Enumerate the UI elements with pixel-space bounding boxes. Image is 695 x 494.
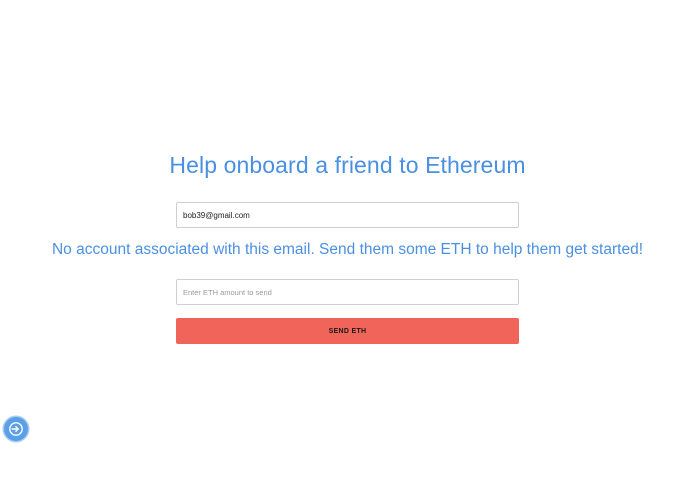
send-eth-button[interactable]: SEND ETH: [176, 318, 519, 344]
page-title: Help onboard a friend to Ethereum: [169, 152, 526, 178]
status-message: No account associated with this email. S…: [51, 241, 643, 258]
eth-amount-input[interactable]: [176, 279, 519, 305]
floating-action-button[interactable]: [4, 417, 28, 441]
onboard-page: Help onboard a friend to Ethereum No acc…: [0, 0, 695, 494]
login-arrow-icon: [8, 421, 24, 437]
email-field[interactable]: [176, 202, 519, 228]
